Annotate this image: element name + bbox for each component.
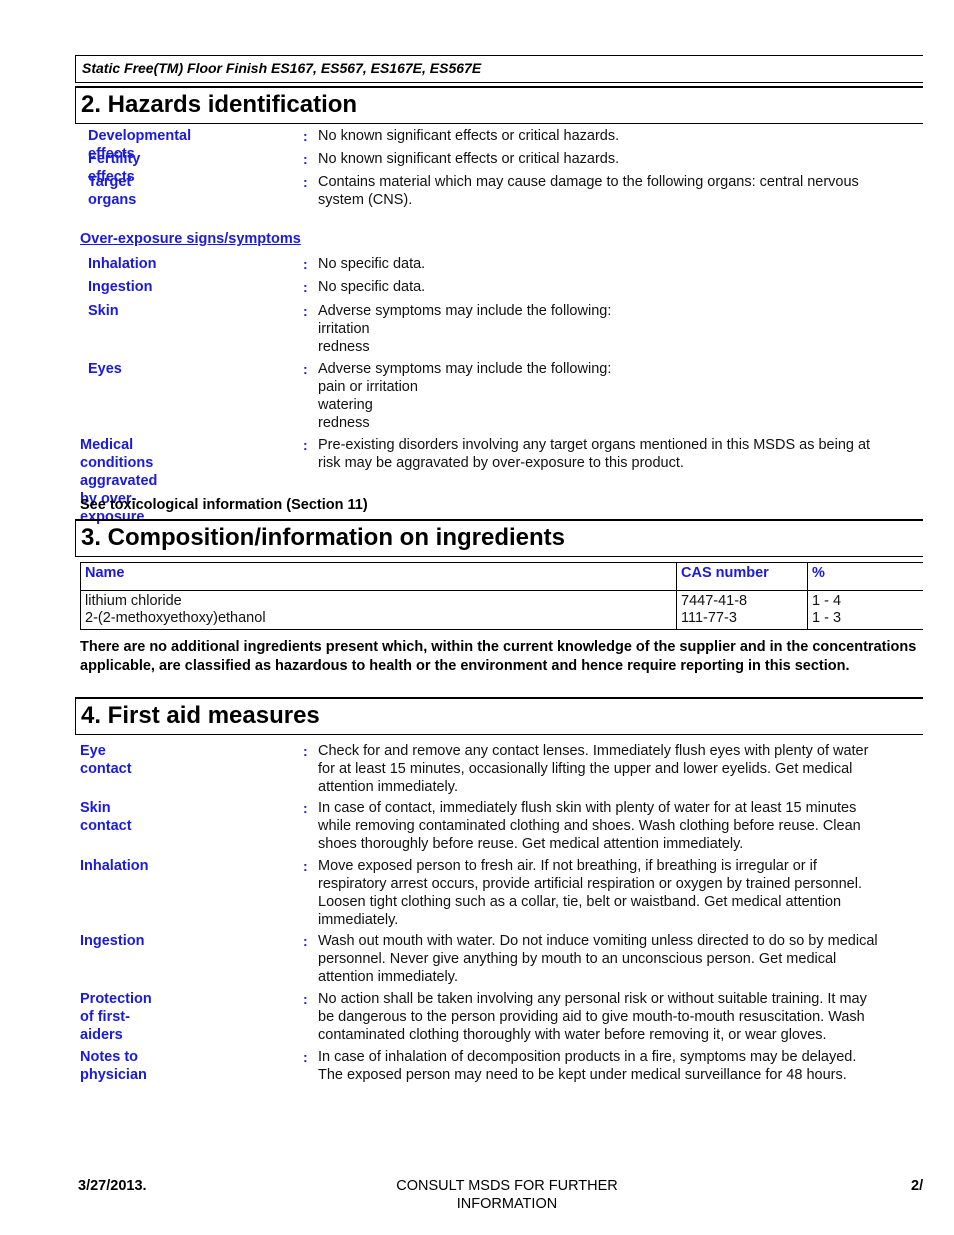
colon: :: [303, 151, 308, 167]
field-label: Skin contact: [80, 800, 132, 834]
msds-page: Static Free(TM) Floor Finish ES167, ES56…: [0, 0, 923, 1235]
field-value: In case of contact, immediately flush sk…: [318, 800, 861, 852]
colon: :: [303, 800, 308, 816]
colon: :: [303, 128, 308, 144]
field-value: Wash out mouth with water. Do not induce…: [318, 933, 878, 985]
section-title: 2. Hazards identification: [81, 91, 358, 118]
field-label: Protection of first-aiders: [80, 991, 152, 1043]
colon: :: [303, 933, 308, 949]
table-header-row: Name CAS number %: [80, 562, 923, 591]
field-value: Contains material which may cause damage…: [318, 174, 859, 208]
field-label: Skin: [88, 303, 119, 319]
column-header-percent: %: [807, 562, 923, 591]
colon: :: [303, 279, 308, 295]
field-label: Inhalation: [88, 256, 157, 272]
field-value: Pre-existing disorders involving any tar…: [318, 437, 871, 471]
column-header-cas: CAS number: [676, 562, 808, 591]
ingredients-note: There are no additional ingredients pres…: [80, 639, 917, 674]
footer-page-number: 2/5: [911, 1178, 923, 1194]
product-name: Static Free(TM) Floor Finish ES167, ES56…: [82, 60, 482, 76]
field-value: Adverse symptoms may include the followi…: [318, 361, 612, 431]
field-label: Ingestion: [80, 933, 145, 949]
colon: :: [303, 991, 308, 1007]
colon: :: [303, 437, 308, 453]
field-label: Target organs: [88, 174, 137, 208]
field-value: No known significant effects or critical…: [318, 151, 620, 167]
colon: :: [303, 303, 308, 319]
see-toxicological-note: See toxicological information (Section 1…: [80, 497, 368, 513]
section-3-header: 3. Composition/information on ingredient…: [75, 519, 923, 557]
section-title: 3. Composition/information on ingredient…: [81, 524, 565, 551]
section-2-header: 2. Hazards identification: [75, 86, 923, 124]
footer-consult-note: CONSULT MSDS FOR FURTHER INFORMATION: [396, 1178, 618, 1212]
colon: :: [303, 361, 308, 377]
table-row: lithium chloride 2-(2-methoxyethoxy)etha…: [80, 590, 923, 630]
ingredient-name: lithium chloride 2-(2-methoxyethoxy)etha…: [80, 590, 677, 630]
field-value: No known significant effects or critical…: [318, 128, 620, 144]
column-header-name: Name: [80, 562, 677, 591]
product-header: Static Free(TM) Floor Finish ES167, ES56…: [75, 55, 923, 83]
field-label: Inhalation: [80, 858, 149, 874]
field-value: No specific data.: [318, 256, 426, 272]
colon: :: [303, 1049, 308, 1065]
field-value: Adverse symptoms may include the followi…: [318, 303, 612, 355]
colon: :: [303, 174, 308, 190]
overexposure-heading[interactable]: Over-exposure signs/symptoms: [80, 231, 301, 247]
section-title: 4. First aid measures: [81, 702, 320, 729]
field-value: No action shall be taken involving any p…: [318, 991, 867, 1043]
ingredient-percent: 1 - 4 1 - 3: [807, 590, 923, 630]
field-label: Eyes: [88, 361, 122, 377]
field-value: Move exposed person to fresh air. If not…: [318, 858, 862, 928]
ingredient-cas: 7447-41-8 111-77-3: [676, 590, 808, 630]
colon: :: [303, 858, 308, 874]
field-value: In case of inhalation of decomposition p…: [318, 1049, 857, 1083]
colon: :: [303, 743, 308, 759]
field-value: Check for and remove any contact lenses.…: [318, 743, 869, 795]
field-value: No specific data.: [318, 279, 426, 295]
field-label: Notes to physician: [80, 1049, 147, 1083]
footer-date: 3/27/2013.: [78, 1178, 147, 1194]
section-4-header: 4. First aid measures: [75, 697, 923, 735]
field-label: Ingestion: [88, 279, 153, 295]
ingredients-table: Name CAS number % lithium chloride 2-(2-…: [80, 562, 923, 630]
colon: :: [303, 256, 308, 272]
field-label: Eye contact: [80, 743, 132, 777]
